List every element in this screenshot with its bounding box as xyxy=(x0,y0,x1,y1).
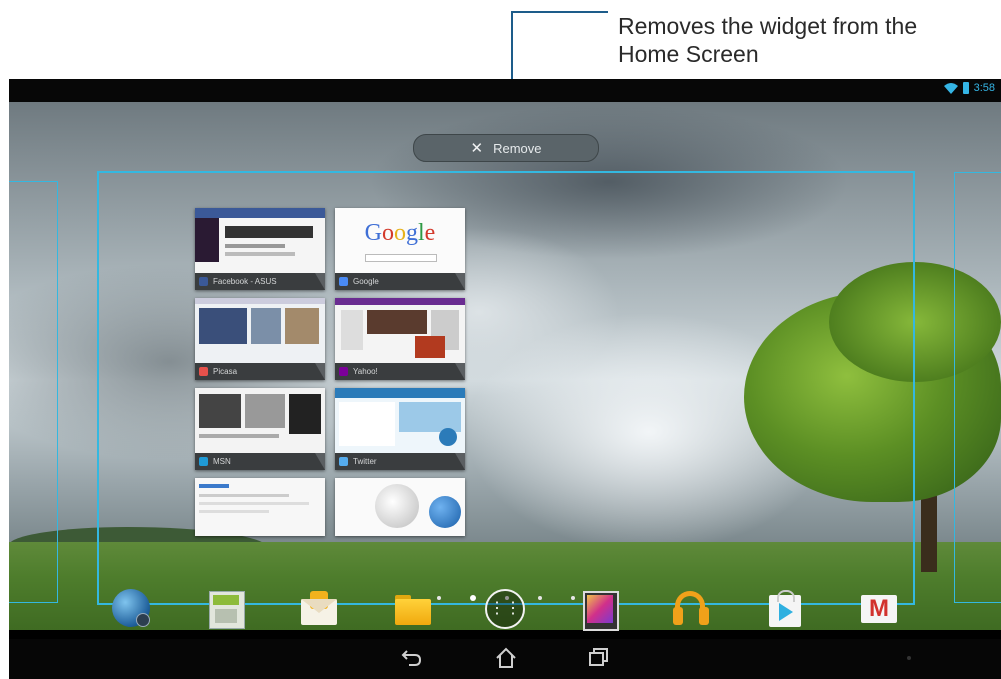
bookmark-thumbnail[interactable]: Google Google xyxy=(335,208,465,290)
clock: 3:58 xyxy=(973,82,995,94)
battery-icon xyxy=(962,82,969,94)
status-bar: 3:58 xyxy=(9,79,1001,102)
dock: ⋮⋮ M xyxy=(9,581,1001,639)
bookmark-thumbnail[interactable]: Facebook - ASUS xyxy=(195,208,325,290)
bookmark-thumbnail[interactable] xyxy=(335,478,465,536)
right-page-outline xyxy=(954,172,1001,603)
bookmark-label: Google xyxy=(335,273,465,290)
play-store-icon[interactable] xyxy=(765,589,805,629)
bookmark-thumbnail[interactable]: Yahoo! xyxy=(335,298,465,380)
bookmark-label: Picasa xyxy=(195,363,325,380)
picasa-icon xyxy=(199,367,208,376)
tablet-screen: ✕ Remove Facebook - ASUS Google Google P… xyxy=(9,79,1001,679)
bookmark-label: MSN xyxy=(195,453,325,470)
msn-icon xyxy=(199,457,208,466)
folder-icon[interactable] xyxy=(393,589,433,629)
callout-line-1: Removes the widget from the xyxy=(618,13,918,39)
bookmark-label: Yahoo! xyxy=(335,363,465,380)
wikipedia-globe-icon xyxy=(429,496,461,528)
wallpaper: ✕ Remove Facebook - ASUS Google Google P… xyxy=(9,102,1001,630)
all-apps-icon[interactable]: ⋮⋮ xyxy=(485,589,525,629)
bookmark-thumbnail[interactable] xyxy=(195,478,325,536)
callout-line xyxy=(512,11,608,13)
remove-drop-target[interactable]: ✕ Remove xyxy=(413,134,599,162)
facebook-icon xyxy=(199,277,208,286)
menu-indicator xyxy=(907,656,911,660)
bookmark-label: Facebook - ASUS xyxy=(195,273,325,290)
google-icon xyxy=(339,277,348,286)
remove-label: Remove xyxy=(493,140,542,156)
callout-line-2: Home Screen xyxy=(618,41,759,67)
email-icon[interactable] xyxy=(299,589,339,629)
navigation-bar xyxy=(9,639,1001,679)
gallery-icon[interactable] xyxy=(579,589,619,631)
bookmark-thumbnail[interactable]: Twitter xyxy=(335,388,465,470)
bookmark-label: Twitter xyxy=(335,453,465,470)
close-icon: ✕ xyxy=(470,140,484,157)
bookmark-thumbnail[interactable]: Picasa xyxy=(195,298,325,380)
back-icon[interactable] xyxy=(399,647,425,671)
gmail-icon[interactable]: M xyxy=(859,589,899,629)
bookmarks-widget[interactable]: Facebook - ASUS Google Google Picasa Yah… xyxy=(195,208,467,536)
file-manager-icon[interactable] xyxy=(207,589,247,629)
status-icons: 3:58 xyxy=(943,82,995,94)
callout-text: Removes the widget from the Home Screen xyxy=(618,12,917,68)
left-page-outline xyxy=(9,181,58,603)
recent-apps-icon[interactable] xyxy=(585,647,611,671)
twitter-icon xyxy=(339,457,348,466)
bookmark-thumbnail[interactable]: MSN xyxy=(195,388,325,470)
yahoo-icon xyxy=(339,367,348,376)
music-headphones-icon[interactable] xyxy=(671,589,711,629)
home-icon[interactable] xyxy=(493,647,519,671)
browser-icon[interactable] xyxy=(112,589,152,629)
wifi-icon xyxy=(943,83,958,94)
google-logo: Google xyxy=(364,220,436,246)
